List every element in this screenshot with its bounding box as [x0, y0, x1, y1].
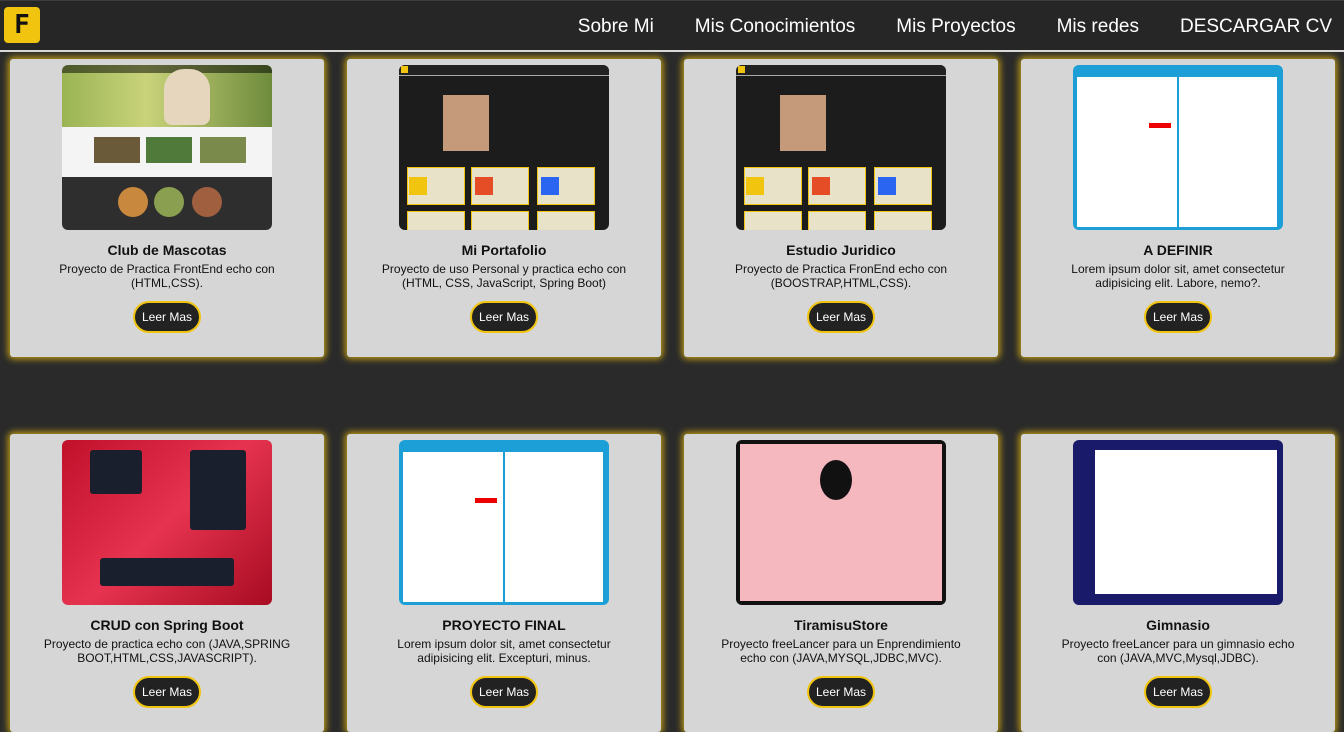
read-more-button[interactable]: Leer Mas [133, 301, 201, 333]
read-more-button[interactable]: Leer Mas [470, 301, 538, 333]
project-description: Lorem ipsum dolor sit, amet consectetur … [397, 637, 611, 665]
read-more-button[interactable]: Leer Mas [1144, 676, 1212, 708]
project-description: Lorem ipsum dolor sit, amet consectetur … [1071, 262, 1285, 290]
project-description: Proyecto de uso Personal y practica echo… [381, 262, 627, 290]
project-description: Proyecto freeLancer para un gimnasio ech… [1061, 637, 1295, 665]
read-more-button[interactable]: Leer Mas [470, 676, 538, 708]
read-more-button[interactable]: Leer Mas [807, 676, 875, 708]
nav-sobre-mi[interactable]: Sobre Mi [578, 16, 654, 38]
project-card: CRUD con Spring Boot Proyecto de practic… [10, 434, 324, 732]
project-title: Mi Portafolio [461, 242, 547, 258]
project-description: Proyecto de practica echo con (JAVA,SPRI… [43, 637, 291, 665]
project-description: Proyecto de Practica FrontEnd echo con (… [59, 262, 275, 290]
nav-mis-conocimientos[interactable]: Mis Conocimientos [695, 16, 856, 38]
nav-descargar-cv[interactable]: DESCARGAR CV [1180, 16, 1332, 38]
nav-mis-redes[interactable]: Mis redes [1057, 16, 1139, 38]
project-card: Gimnasio Proyecto freeLancer para un gim… [1021, 434, 1335, 732]
project-thumbnail [399, 440, 609, 605]
project-thumbnail [62, 65, 272, 230]
project-thumbnail [1073, 440, 1283, 605]
project-thumbnail [736, 440, 946, 605]
project-card: Club de Mascotas Proyecto de Practica Fr… [10, 59, 324, 357]
project-card: TiramisuStore Proyecto freeLancer para u… [684, 434, 998, 732]
project-title: A DEFINIR [1143, 242, 1213, 258]
logo[interactable]: F [4, 7, 40, 43]
project-title: CRUD con Spring Boot [90, 617, 244, 633]
project-card: A DEFINIR Lorem ipsum dolor sit, amet co… [1021, 59, 1335, 357]
read-more-button[interactable]: Leer Mas [807, 301, 875, 333]
project-card: Mi Portafolio Proyecto de uso Personal y… [347, 59, 661, 357]
main-nav: Sobre Mi Mis Conocimientos Mis Proyectos… [578, 1, 1332, 53]
project-title: Gimnasio [1146, 617, 1210, 633]
project-title: Estudio Juridico [786, 242, 896, 258]
project-title: TiramisuStore [794, 617, 888, 633]
project-title: Club de Mascotas [107, 242, 227, 258]
project-thumbnail [736, 65, 946, 230]
top-navbar: F Sobre Mi Mis Conocimientos Mis Proyect… [0, 0, 1344, 52]
nav-mis-proyectos[interactable]: Mis Proyectos [896, 16, 1015, 38]
project-thumbnail [62, 440, 272, 605]
project-thumbnail [1073, 65, 1283, 230]
project-description: Proyecto freeLancer para un Enprendimien… [721, 637, 961, 665]
project-title: PROYECTO FINAL [442, 617, 566, 633]
read-more-button[interactable]: Leer Mas [133, 676, 201, 708]
read-more-button[interactable]: Leer Mas [1144, 301, 1212, 333]
project-card: Estudio Juridico Proyecto de Practica Fr… [684, 59, 998, 357]
project-card: PROYECTO FINAL Lorem ipsum dolor sit, am… [347, 434, 661, 732]
project-description: Proyecto de Practica FronEnd echo con (B… [734, 262, 948, 290]
project-thumbnail [399, 65, 609, 230]
